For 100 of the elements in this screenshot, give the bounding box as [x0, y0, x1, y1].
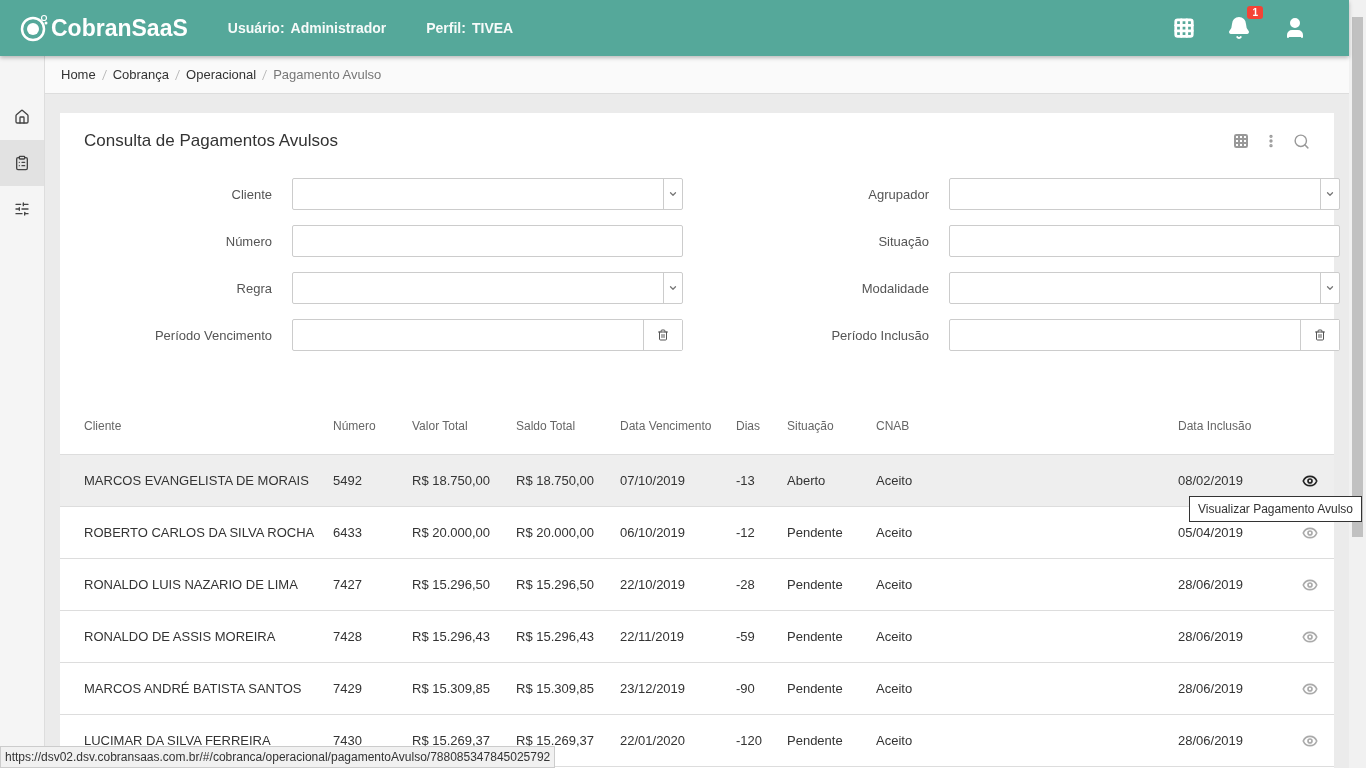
column-header[interactable]: Saldo Total — [516, 418, 620, 433]
breadcrumb-link[interactable]: Cobrança — [112, 67, 170, 82]
field-label: Situação — [877, 233, 929, 249]
column-header[interactable]: Situação — [787, 418, 876, 433]
table-cell-text: MARCOS ANDRÉ BATISTA SANTOS — [83, 681, 303, 696]
logo: CobranSaaS — [20, 14, 188, 42]
sliders-icon — [14, 201, 30, 217]
table-cell-text: 05/04/2019 — [1178, 525, 1245, 540]
table-cell-text: -28 — [736, 577, 756, 592]
coin-icon — [20, 14, 48, 42]
table-cell-text: RONALDO LUIS NAZARIO DE LIMA — [83, 577, 299, 592]
input-field[interactable] — [949, 319, 1340, 351]
table-cell-text: R$ 15.296,50 — [516, 577, 596, 592]
select-field[interactable] — [292, 178, 683, 210]
table-cell-text: LUCIMAR DA SILVA FERREIRA — [83, 733, 272, 748]
bell-icon[interactable] — [1227, 16, 1251, 40]
table-cell-text: Pendente — [787, 629, 844, 644]
field-label: Modalidade — [860, 280, 929, 296]
table-cell-text: -90 — [736, 681, 756, 696]
table-cell-text: 28/06/2019 — [1178, 629, 1245, 644]
table-cell-text: Pendente — [787, 525, 844, 540]
table-cell-text: 06/10/2019 — [620, 525, 687, 540]
breadcrumb-link[interactable]: Home — [61, 67, 96, 82]
table-cell-text: R$ 15.309,85 — [516, 681, 596, 696]
status-url: https://dsv02.dsv.cobransaas.com.br/#/cobranca/operacional/pagamentoAvulso/788085347845025792 — [0, 746, 556, 768]
table-cell-text: R$ 20.000,00 — [412, 525, 492, 540]
breadcrumb-separator-icon — [262, 69, 268, 80]
user-label: Usuário: — [227, 20, 285, 36]
table-cell-text: Pendente — [787, 577, 844, 592]
table-cell-text: MARCOS EVANGELISTA DE MORAIS — [83, 473, 310, 488]
profile-name: TIVEA — [471, 20, 514, 36]
field-label: Regra — [235, 280, 272, 296]
card-title: Consulta de Pagamentos Avulsos — [84, 131, 338, 151]
table-cell-text: Aceito — [876, 577, 914, 592]
clear-button[interactable] — [643, 320, 682, 350]
table-cell-text: R$ 15.309,85 — [412, 681, 492, 696]
field-label: Período Inclusão — [830, 327, 929, 343]
table-cell-text: R$ 15.296,43 — [516, 629, 596, 644]
table-cell-text: RONALDO DE ASSIS MOREIRA — [83, 629, 277, 644]
column-header[interactable]: Cliente — [60, 418, 333, 433]
table-cell-text: 22/10/2019 — [620, 577, 687, 592]
table-cell-text: Aceito — [876, 473, 914, 488]
breadcrumb-link[interactable]: Operacional — [186, 67, 257, 82]
clear-button[interactable] — [1300, 320, 1339, 350]
table-cell-text: R$ 15.269,37 — [412, 733, 492, 748]
select-field[interactable] — [949, 272, 1340, 304]
table-cell-text: Aceito — [876, 733, 914, 748]
table-cell-text: R$ 20.000,00 — [516, 525, 596, 540]
column-header[interactable]: Data Inclusão — [1178, 418, 1288, 433]
column-header[interactable]: Valor Total — [412, 418, 516, 433]
select-field[interactable] — [949, 178, 1340, 210]
table-cell-text: R$ 18.750,00 — [516, 473, 596, 488]
field-label: Agrupador — [867, 186, 929, 202]
table-cell-text: Aceito — [876, 629, 914, 644]
table-cell-text: 28/06/2019 — [1178, 733, 1245, 748]
table-cell-text: Aceito — [876, 525, 914, 540]
column-header[interactable]: Dias — [736, 418, 787, 433]
table-cell-text: R$ 15.296,50 — [412, 577, 492, 592]
table-cell-text: 07/10/2019 — [620, 473, 687, 488]
table-cell-text: Aberto — [787, 473, 827, 488]
table-cell-text: -13 — [736, 473, 756, 488]
table-cell-text: 22/01/2020 — [620, 733, 687, 748]
breadcrumb-separator-icon — [175, 69, 181, 80]
input-field[interactable] — [292, 225, 683, 257]
table-cell-text: ROBERTO CARLOS DA SILVA ROCHA — [83, 525, 316, 540]
table-cell-text: 22/11/2019 — [620, 629, 686, 644]
sidebar-item[interactable] — [0, 140, 44, 186]
table-cell-text: 6433 — [333, 525, 363, 540]
notification-badge: 1 — [1247, 6, 1263, 19]
field-label: Cliente — [230, 186, 272, 202]
table-cell-text: -59 — [736, 629, 756, 644]
home-icon — [14, 109, 30, 125]
table-cell-text: -120 — [736, 733, 764, 748]
table-cell-text: 23/12/2019 — [620, 681, 687, 696]
breadcrumb-link[interactable]: Pagamento Avulso — [273, 67, 382, 82]
table-cell-text: 28/06/2019 — [1178, 681, 1245, 696]
breadcrumb-separator-icon — [101, 69, 107, 80]
field-label: Número — [224, 233, 272, 249]
table-cell-text: 7428 — [333, 629, 363, 644]
apps-icon[interactable] — [1173, 17, 1195, 39]
trash-icon — [657, 329, 669, 341]
table-cell-text: Aceito — [876, 681, 914, 696]
table-cell-text: 08/02/2019 — [1178, 473, 1245, 488]
table-cell-text: 5492 — [333, 473, 363, 488]
field-label: Período Vencimento — [153, 327, 272, 343]
table-cell-text: R$ 15.269,37 — [516, 733, 596, 748]
column-header[interactable]: CNAB — [876, 418, 1178, 433]
input-field[interactable] — [292, 319, 683, 351]
column-header[interactable]: Data Vencimento — [620, 418, 736, 433]
user-name: Administrador — [290, 20, 387, 36]
table-cell-text: 7430 — [333, 733, 363, 748]
column-header[interactable]: Número — [333, 418, 412, 433]
grid-icon[interactable] — [1233, 132, 1249, 149]
table-cell-text: 28/06/2019 — [1178, 577, 1245, 592]
table-cell-text: Pendente — [787, 681, 844, 696]
select-field[interactable] — [292, 272, 683, 304]
profile-label: Perfil: — [426, 20, 466, 36]
search-icon[interactable] — [1293, 132, 1310, 150]
input-field[interactable] — [949, 225, 1340, 257]
table-cell-text: R$ 18.750,00 — [412, 473, 492, 488]
